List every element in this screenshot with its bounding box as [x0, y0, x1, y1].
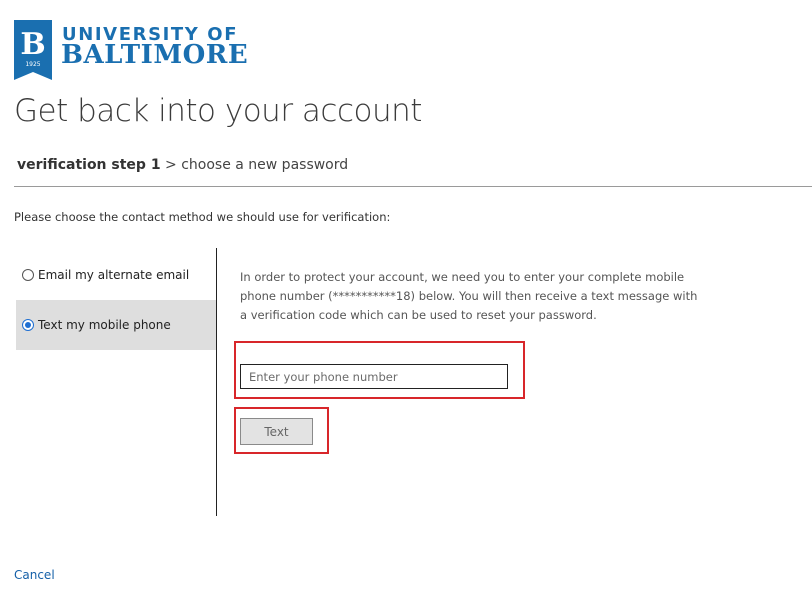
- university-logo: B 1925 UNIVERSITY OF BALTIMORE: [14, 20, 264, 82]
- header-divider: [14, 186, 812, 187]
- breadcrumb-separator: >: [165, 157, 177, 173]
- university-shield-icon: B 1925: [14, 20, 52, 80]
- text-button[interactable]: Text: [240, 418, 313, 445]
- logo-baltimore: BALTIMORE: [61, 40, 249, 70]
- contact-method-instruction: Please choose the contact method we shou…: [14, 210, 391, 224]
- email-option-label: Email my alternate email: [38, 268, 190, 282]
- shield-year: 1925: [25, 61, 40, 68]
- contact-method-options: Email my alternate email Text my mobile …: [16, 250, 216, 350]
- panel-divider: [216, 248, 217, 516]
- breadcrumb-current-step: verification step 1: [17, 157, 161, 173]
- phone-number-input[interactable]: [240, 364, 508, 389]
- shield-letter: B: [20, 27, 45, 62]
- text-option-radio[interactable]: [22, 319, 34, 331]
- cancel-link[interactable]: Cancel: [14, 568, 55, 582]
- option-text-mobile[interactable]: Text my mobile phone: [16, 300, 216, 350]
- verification-description: In order to protect your account, we nee…: [240, 270, 698, 322]
- step-breadcrumb: verification step 1 > choose a new passw…: [17, 157, 348, 173]
- page-title: Get back into your account: [14, 93, 422, 129]
- option-email-alternate[interactable]: Email my alternate email: [16, 250, 216, 300]
- breadcrumb-next-step: choose a new password: [181, 157, 349, 173]
- email-option-radio[interactable]: [22, 269, 34, 281]
- text-option-label: Text my mobile phone: [38, 318, 171, 332]
